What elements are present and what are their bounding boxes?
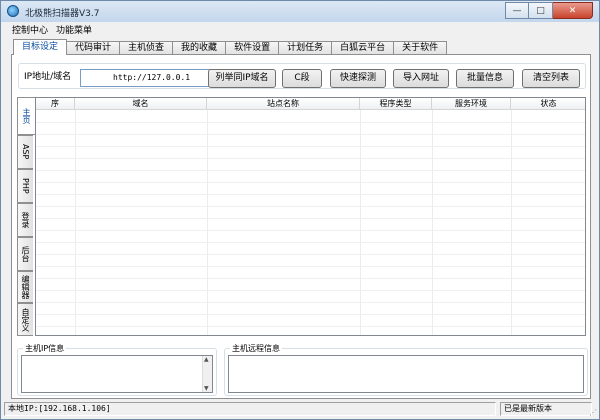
window-title: 北极熊扫描器V3.7 xyxy=(25,9,100,19)
side-tab-label: PHP xyxy=(21,178,30,194)
grid-row-line xyxy=(36,218,585,219)
grid-row-line xyxy=(36,242,585,243)
target-label: IP地址/域名 xyxy=(24,72,72,82)
grid-row-line xyxy=(36,314,585,315)
main-tabs: 目标设定 代码审计 主机侦查 我的收藏 软件设置 计划任务 白狐云平台 关于软件 xyxy=(13,39,448,55)
maximize-button[interactable]: □ xyxy=(529,2,553,19)
grid-row-line xyxy=(36,170,585,171)
scrollbar[interactable] xyxy=(202,356,212,392)
grid-row-line xyxy=(36,182,585,183)
grid-row-line xyxy=(36,158,585,159)
grid-row-line xyxy=(36,326,585,327)
minimize-button[interactable]: — xyxy=(505,2,529,19)
side-tab-asp[interactable]: ASP xyxy=(17,135,33,169)
tab-target[interactable]: 目标设定 xyxy=(13,39,68,55)
col-index[interactable]: 序 xyxy=(36,98,75,110)
target-url-input[interactable]: http://127.0.0.1 xyxy=(80,69,214,87)
tab-scheduled-tasks[interactable]: 计划任务 xyxy=(278,41,333,55)
status-bar: 本地IP:[192.168.1.106] 已是最新版本 ⋰ xyxy=(2,401,599,419)
menu-control-center[interactable]: 控制中心 xyxy=(12,23,48,36)
col-program-type[interactable]: 程序类型 xyxy=(360,98,432,110)
tab-favorites[interactable]: 我的收藏 xyxy=(172,41,227,55)
grid-row-line xyxy=(36,230,585,231)
local-ip-status: 本地IP:[192.168.1.106] xyxy=(4,402,496,416)
tab-host-recon[interactable]: 主机侦查 xyxy=(119,41,174,55)
clear-list-button[interactable]: 清空列表 xyxy=(522,69,580,88)
tab-settings[interactable]: 软件设置 xyxy=(225,41,280,55)
import-url-button[interactable]: 导入网址 xyxy=(393,69,449,88)
results-grid[interactable]: 序 域名 站点名称 程序类型 服务环境 状态 xyxy=(35,97,586,336)
side-tab-custom[interactable]: 自定义 xyxy=(17,303,33,336)
version-status: 已是最新版本 xyxy=(500,402,592,416)
grid-row-line xyxy=(36,254,585,255)
grid-row-line xyxy=(36,266,585,267)
col-status[interactable]: 状态 xyxy=(511,98,585,110)
side-tab-label: 自定义 xyxy=(21,307,30,332)
grid-row-line xyxy=(36,290,585,291)
side-tab-php[interactable]: PHP xyxy=(17,169,33,203)
c-segment-button[interactable]: C段 xyxy=(282,69,322,88)
grid-row-line xyxy=(36,122,585,123)
grid-row-line xyxy=(36,302,585,303)
col-site-name[interactable]: 站点名称 xyxy=(207,98,360,110)
app-logo-icon xyxy=(7,5,19,17)
col-server-env[interactable]: 服务环境 xyxy=(432,98,511,110)
close-button[interactable]: ✕ xyxy=(553,2,593,19)
host-process-info-title: 主机远程信息 xyxy=(230,343,282,354)
resize-grip-icon[interactable]: ⋰ xyxy=(589,408,597,417)
quick-probe-button[interactable]: 快速探测 xyxy=(330,69,386,88)
tab-about[interactable]: 关于软件 xyxy=(393,41,448,55)
host-ip-info-box[interactable] xyxy=(21,355,213,393)
side-tab-label: 登录 xyxy=(21,212,30,228)
list-same-ip-button[interactable]: 列举同IP域名 xyxy=(208,69,276,88)
side-tab-label: 编辑器 xyxy=(21,275,30,299)
host-ip-info-title: 主机IP信息 xyxy=(23,343,67,354)
batch-info-button[interactable]: 批量信息 xyxy=(456,69,514,88)
side-tabs: 主页 ASP PHP 登录 后台 编辑器 自定义 xyxy=(17,97,35,336)
side-tab-label: 主页 xyxy=(22,108,31,124)
menu-functions[interactable]: 功能菜单 xyxy=(56,23,92,36)
tab-code-audit[interactable]: 代码审计 xyxy=(66,41,121,55)
target-panel: IP地址/域名 http://127.0.0.1 列举同IP域名 C段 快速探测… xyxy=(11,54,591,399)
host-ip-info-group: 主机IP信息 xyxy=(17,343,217,396)
host-process-info-group: 主机远程信息 xyxy=(224,343,588,396)
host-process-info-box[interactable] xyxy=(228,355,584,393)
side-tab-editor[interactable]: 编辑器 xyxy=(17,271,33,303)
grid-row-line xyxy=(36,206,585,207)
grid-row-line xyxy=(36,146,585,147)
tab-cloud-platform[interactable]: 白狐云平台 xyxy=(331,41,395,55)
grid-row-line xyxy=(36,134,585,135)
window-controls: — □ ✕ xyxy=(505,2,593,19)
grid-header: 序 域名 站点名称 程序类型 服务环境 状态 xyxy=(36,98,585,110)
grid-row-line xyxy=(36,278,585,279)
menu-bar: 控制中心 功能菜单 xyxy=(2,22,599,37)
col-domain[interactable]: 域名 xyxy=(75,98,207,110)
side-tab-login[interactable]: 登录 xyxy=(17,203,33,237)
side-tab-admin[interactable]: 后台 xyxy=(17,237,33,271)
side-tab-label: 后台 xyxy=(21,246,30,262)
side-tab-home[interactable]: 主页 xyxy=(17,97,35,135)
grid-row-line xyxy=(36,194,585,195)
main-window: 北极熊扫描器V3.7 — □ ✕ 控制中心 功能菜单 目标设定 代码审计 主机侦… xyxy=(0,0,600,420)
side-tab-label: ASP xyxy=(21,144,30,160)
title-bar: 北极熊扫描器V3.7 — □ ✕ xyxy=(1,1,599,22)
